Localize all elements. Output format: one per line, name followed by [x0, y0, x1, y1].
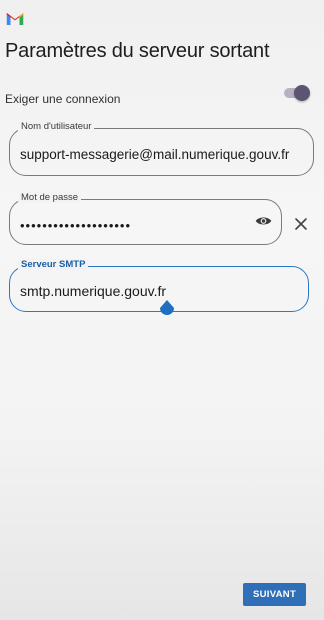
smtp-server-input[interactable]: smtp.numerique.gouv.fr [20, 283, 166, 299]
next-button[interactable]: SUIVANT [243, 583, 306, 606]
password-label: Mot de passe [18, 192, 82, 203]
username-label: Nom d'utilisateur [18, 121, 95, 132]
require-login-toggle[interactable] [284, 85, 310, 101]
smtp-server-label: Serveur SMTP [18, 259, 89, 270]
require-login-label: Exiger une connexion [5, 92, 121, 106]
username-input[interactable]: support-messagerie@mail.numerique.gouv.f… [20, 147, 289, 162]
gmail-m-icon [6, 13, 24, 25]
username-field[interactable]: Nom d'utilisateur support-messagerie@mai… [9, 121, 314, 176]
eye-icon[interactable] [255, 214, 272, 228]
text-cursor-handle-icon[interactable] [159, 300, 175, 318]
password-field[interactable]: Mot de passe •••••••••••••••••••• [9, 192, 282, 245]
close-icon[interactable] [294, 217, 308, 231]
page-title: Paramètres du serveur sortant [5, 40, 270, 62]
password-input[interactable]: •••••••••••••••••••• [20, 218, 131, 233]
toggle-thumb [294, 85, 310, 101]
